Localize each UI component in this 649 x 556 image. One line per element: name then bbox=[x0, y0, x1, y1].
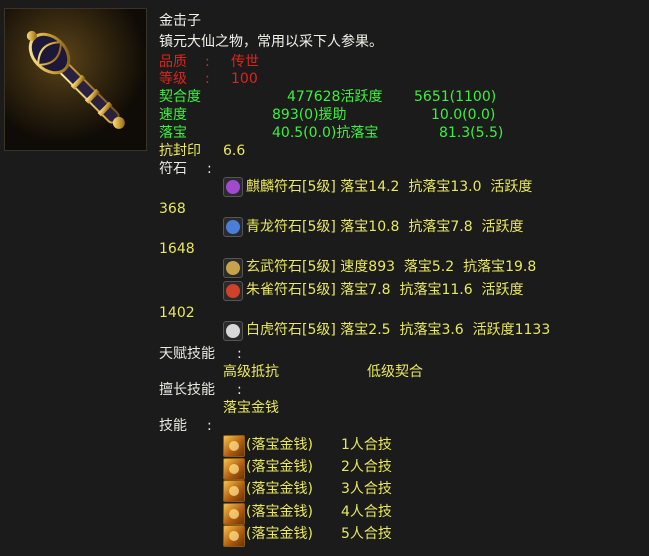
rune-wrap: 1648 bbox=[159, 241, 195, 257]
golden-mallet-icon bbox=[5, 9, 146, 150]
gold-coin-skill-icon[interactable] bbox=[223, 525, 245, 547]
qilin-rune-icon bbox=[223, 177, 243, 197]
stat-right: 10.0(0.0) bbox=[431, 107, 496, 123]
level-label: 等级 bbox=[159, 71, 187, 87]
rune-line: 麒麟符石[5级] 落宝14.2 抗落宝13.0 活跃度 bbox=[246, 179, 533, 195]
stat-right: 5651(1100) bbox=[414, 89, 497, 105]
skill-combo: 5人合技 bbox=[341, 526, 392, 542]
stat-mid: 40.5(0.0)抗落宝 bbox=[272, 125, 379, 141]
talent-separator: : bbox=[237, 346, 242, 362]
skill-combo: 2人合技 bbox=[341, 459, 392, 475]
quality-label: 品质 bbox=[159, 54, 187, 70]
skill-name: (落宝金钱) bbox=[246, 459, 313, 475]
white-tiger-rune-icon bbox=[223, 321, 243, 341]
specialty-label: 擅长技能 bbox=[159, 382, 215, 398]
item-description: 镇元大仙之物，常用以采下人参果。 bbox=[159, 34, 383, 50]
rune-wrap: 1402 bbox=[159, 305, 195, 321]
runes-separator: : bbox=[207, 161, 212, 177]
rune-line: 玄武符石[5级] 速度893 落宝5.2 抗落宝19.8 bbox=[246, 259, 537, 275]
stat-mid: 477628活跃度 bbox=[287, 89, 383, 105]
gold-coin-skill-icon[interactable] bbox=[223, 480, 245, 502]
skill-combo: 4人合技 bbox=[341, 504, 392, 520]
gold-coin-skill-icon[interactable] bbox=[223, 503, 245, 525]
specialty-separator: : bbox=[237, 382, 242, 398]
specialty-value: 落宝金钱 bbox=[223, 400, 279, 416]
black-tortoise-rune-icon bbox=[223, 258, 243, 278]
skill-combo: 1人合技 bbox=[341, 437, 392, 453]
stat-label: 契合度 bbox=[159, 89, 201, 105]
item-name: 金击子 bbox=[159, 13, 201, 29]
talent-label: 天赋技能 bbox=[159, 346, 215, 362]
skill-combo: 3人合技 bbox=[341, 481, 392, 497]
vermilion-bird-rune-icon bbox=[223, 281, 243, 301]
gold-coin-skill-icon[interactable] bbox=[223, 458, 245, 480]
gold-coin-skill-icon[interactable] bbox=[223, 435, 245, 457]
seal-resist-value: 6.6 bbox=[223, 143, 246, 159]
talent-item: 低级契合 bbox=[367, 364, 423, 380]
skills-label: 技能 bbox=[159, 418, 187, 434]
skills-separator: : bbox=[207, 418, 212, 434]
stat-label: 落宝 bbox=[159, 125, 187, 141]
level-separator: : bbox=[205, 71, 210, 87]
item-portrait bbox=[4, 8, 147, 151]
skill-name: (落宝金钱) bbox=[246, 526, 313, 542]
stat-mid: 893(0)援助 bbox=[272, 107, 347, 123]
rune-line: 朱雀符石[5级] 落宝7.8 抗落宝11.6 活跃度 bbox=[246, 282, 524, 298]
level-value: 100 bbox=[231, 71, 258, 87]
azure-dragon-rune-icon bbox=[223, 217, 243, 237]
skill-name: (落宝金钱) bbox=[246, 437, 313, 453]
stat-right: 81.3(5.5) bbox=[439, 125, 504, 141]
quality-value: 传世 bbox=[231, 54, 259, 70]
skill-name: (落宝金钱) bbox=[246, 481, 313, 497]
skill-name: (落宝金钱) bbox=[246, 504, 313, 520]
seal-resist-label: 抗封印 bbox=[159, 143, 201, 159]
rune-line: 青龙符石[5级] 落宝10.8 抗落宝7.8 活跃度 bbox=[246, 219, 524, 235]
stat-label: 速度 bbox=[159, 107, 187, 123]
rune-wrap: 368 bbox=[159, 201, 186, 217]
runes-label: 符石 bbox=[159, 161, 187, 177]
rune-line: 白虎符石[5级] 落宝2.5 抗落宝3.6 活跃度1133 bbox=[246, 322, 551, 338]
talent-item: 高级抵抗 bbox=[223, 364, 279, 380]
quality-separator: : bbox=[205, 54, 210, 70]
